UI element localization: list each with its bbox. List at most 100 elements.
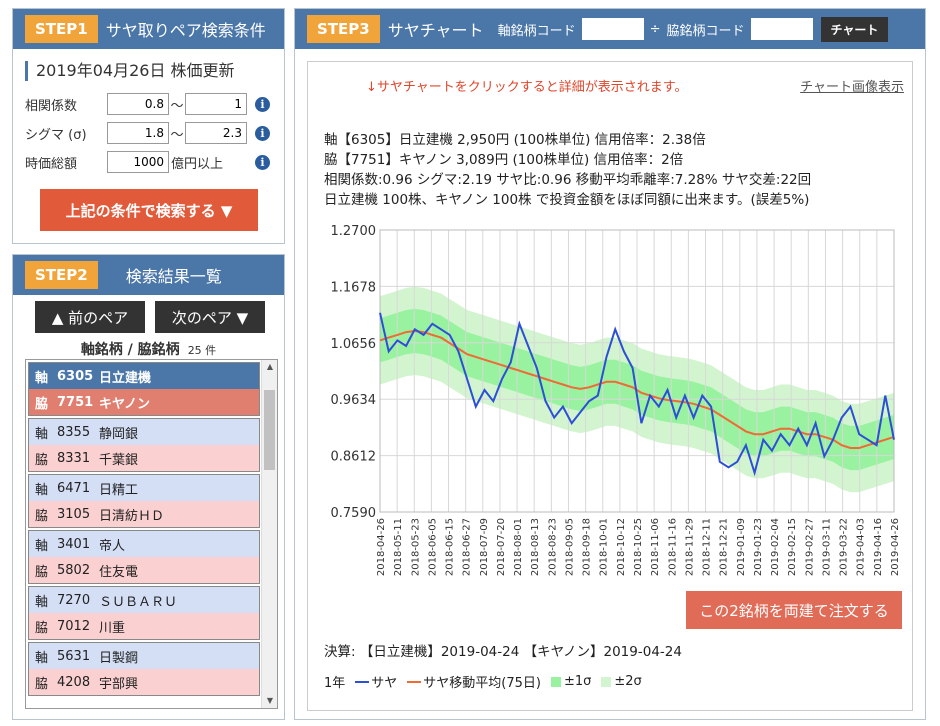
s1-swatch	[550, 676, 561, 687]
step2-header: STEP2 検索結果一覧	[13, 255, 284, 295]
x-tick-label: 2019-02-15	[787, 518, 798, 576]
axis-tag: 軸	[35, 426, 49, 442]
hedge-name: 宇部興	[99, 676, 139, 692]
s2-swatch	[601, 676, 612, 687]
hedge-code: 7012	[57, 618, 91, 634]
hedge-stock-row[interactable]: 脇 7751 キヤノン	[29, 389, 259, 415]
pair-item[interactable]: 軸 6471 日精工脇 3105 日清紡ＨＤ	[28, 474, 260, 528]
hedge-name: キヤノン	[99, 396, 150, 412]
axis-tag: 軸	[35, 482, 49, 498]
legend-s1-label: ±1σ	[563, 674, 592, 689]
x-tick-label: 2019-04-26	[890, 518, 901, 576]
hedge-stock-row[interactable]: 脇 8331 千葉銀	[29, 445, 259, 471]
x-tick-label: 2018-11-06	[650, 518, 661, 576]
hedge-name: 住友電	[99, 564, 139, 580]
legend-saya: サヤ	[355, 672, 397, 691]
hedge-name: 日清紡ＨＤ	[99, 508, 165, 524]
hedge-code: 8331	[57, 450, 91, 466]
hedge-stock-row[interactable]: 脇 4208 宇部興	[29, 669, 259, 695]
hedge-stock-row[interactable]: 脇 3105 日清紡ＨＤ	[29, 501, 259, 527]
axis-stock-row[interactable]: 軸 6305 日立建機	[29, 363, 259, 389]
axis-stock-row[interactable]: 軸 5631 日製鋼	[29, 643, 259, 669]
next-pair-button[interactable]: 次のペア ▼	[155, 301, 265, 333]
step2-badge: STEP2	[25, 261, 98, 289]
hedge-code-label: 脇銘柄コード	[666, 23, 745, 39]
axis-stock-row[interactable]: 軸 6471 日精工	[29, 475, 259, 501]
axis-code: 8355	[57, 424, 91, 440]
sigma-min-input[interactable]	[107, 122, 169, 144]
x-tick-label: 2018-09-05	[564, 518, 575, 576]
x-tick-label: 2018-06-15	[445, 518, 456, 576]
axis-tag: 軸	[35, 370, 49, 386]
axis-name: 帝人	[99, 538, 126, 554]
saya-chart[interactable]: 2018-04-26 2018-05-11 2018-05-23 2018-06-05…	[308, 218, 914, 588]
mcap-unit: 億円以上	[171, 156, 224, 172]
tilde: 〜	[170, 127, 184, 143]
stats-info-line: 相関係数:0.96 シグマ:2.19 サヤ比:0.96 移動平均乖離率:7.28…	[324, 172, 812, 188]
chart-button[interactable]: チャート	[820, 16, 889, 42]
axis-name: ＳＵＢＡＲＵ	[99, 594, 178, 610]
axis-name: 日製鋼	[99, 650, 139, 666]
chart-hint: ↓サヤチャートをクリックすると詳細が表示されます。	[366, 80, 688, 95]
axis-name: 日立建機	[99, 370, 152, 386]
corr-max-input[interactable]	[185, 93, 247, 115]
axis-info-line: 軸【6305】日立建機 2,950円 (100株単位) 信用倍率：2.38倍	[324, 132, 706, 148]
hedge-stock-row[interactable]: 脇 7012 川重	[29, 613, 259, 639]
hedge-stock-row[interactable]: 脇 5802 住友電	[29, 557, 259, 583]
pair-item[interactable]: 軸 7270 ＳＵＢＡＲＵ 脇 7012 川重	[28, 586, 260, 640]
axis-code-input[interactable]	[581, 18, 644, 40]
chart-legend: 1年 サヤ サヤ移動平均(75日) ±1σ ±2σ	[324, 672, 652, 691]
scroll-thumb[interactable]	[264, 390, 275, 470]
x-tick-label: 2019-03-11	[821, 518, 832, 576]
y-tick-label: 0.8612	[331, 450, 377, 465]
axis-stock-row[interactable]: 軸 8355 静岡銀	[29, 419, 259, 445]
hedge-code-input[interactable]	[750, 18, 813, 40]
axis-stock-row[interactable]: 軸 7270 ＳＵＢＡＲＵ	[29, 587, 259, 613]
step1-header: STEP1 サヤ取りペア検索条件	[13, 9, 284, 49]
scroll-down-icon[interactable]: ▼	[262, 694, 277, 708]
x-tick-label: 2018-11-16	[667, 518, 678, 576]
update-date: 2019年04月26日 株価更新	[25, 61, 284, 81]
order-button[interactable]: この2銘柄を両建て注文する	[686, 591, 902, 629]
pair-item[interactable]: 軸 8355 静岡銀脇 8331 千葉銀	[28, 418, 260, 472]
legend-saya-label: サヤ	[371, 676, 398, 691]
x-tick-label: 2019-02-27	[804, 518, 815, 576]
hedge-name: 川重	[99, 620, 126, 636]
list-header-label: 軸銘柄 / 脇銘柄	[80, 342, 180, 358]
search-button[interactable]: 上記の条件で検索する ▼	[40, 189, 258, 231]
mcap-input[interactable]	[107, 151, 169, 173]
mcap-row: 時価総額 億円以上 i	[13, 150, 284, 174]
pair-item[interactable]: 軸 3401 帝人脇 5802 住友電	[28, 530, 260, 584]
scroll-up-icon[interactable]: ▲	[262, 360, 277, 374]
legend-s2: ±2σ	[601, 674, 642, 689]
axis-name: 静岡銀	[99, 426, 139, 442]
x-tick-label: 2018-10-01	[599, 518, 610, 576]
chart-image-link[interactable]: チャート画像表示	[800, 76, 904, 95]
info-icon[interactable]: i	[255, 154, 270, 170]
amount-info-line: 日立建機 100株、キヤノン 100株 で投資金額をほぼ同額に出来ます。(誤差5…	[324, 192, 810, 208]
pair-item[interactable]: 軸 5631 日製鋼脇 4208 宇部興	[28, 642, 260, 696]
x-tick-label: 2018-08-01	[513, 518, 524, 576]
corr-min-input[interactable]	[107, 93, 169, 115]
axis-code: 5631	[57, 648, 91, 664]
info-icon[interactable]: i	[255, 125, 270, 141]
info-icon[interactable]: i	[255, 96, 270, 112]
axis-tag: 軸	[35, 650, 49, 666]
x-tick-label: 2018-09-18	[582, 518, 593, 576]
x-tick-label: 2018-07-20	[496, 518, 507, 576]
x-tick-label: 2018-04-26	[376, 518, 387, 576]
list-header: 軸銘柄 / 脇銘柄 25 件	[13, 339, 284, 359]
y-tick-label: 1.2700	[331, 224, 377, 239]
list-scrollbar[interactable]: ▲ ▼	[261, 360, 277, 708]
prev-pair-button[interactable]: ▲ 前のペア	[35, 301, 145, 333]
hedge-tag: 脇	[35, 676, 49, 692]
axis-stock-row[interactable]: 軸 3401 帝人	[29, 531, 259, 557]
tilde: 〜	[170, 98, 184, 114]
pair-item[interactable]: 軸 6305 日立建機脇 7751 キヤノン	[28, 362, 260, 416]
pair-list: ▲ ▼ 軸 6305 日立建機脇 7751 キヤノン軸 8355 静岡銀脇 8331 千葉銀軸 6…	[25, 359, 278, 709]
mcap-label: 時価総額	[25, 156, 78, 172]
sigma-max-input[interactable]	[185, 122, 247, 144]
axis-code: 6471	[57, 480, 91, 496]
corr-row: 相関係数 〜 i	[13, 92, 284, 116]
axis-tag: 軸	[35, 538, 49, 554]
